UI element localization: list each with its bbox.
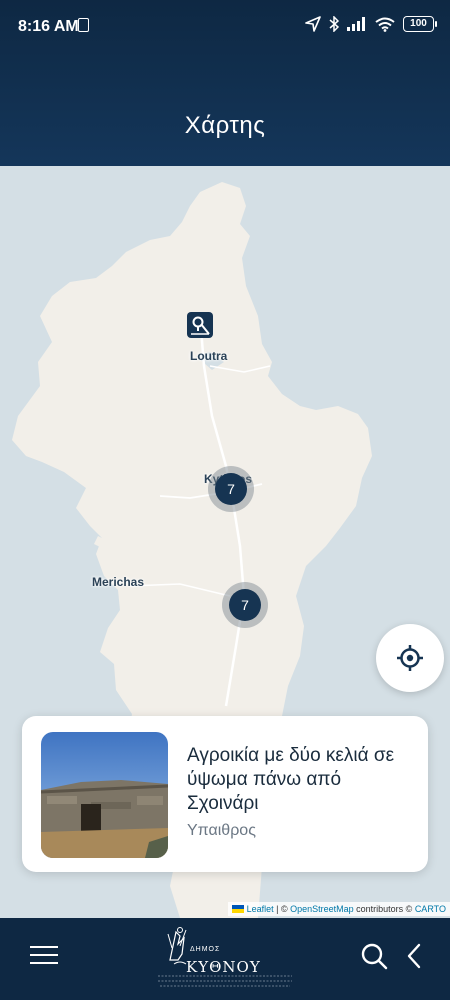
carto-link[interactable]: CARTO bbox=[415, 904, 446, 914]
marker-cluster[interactable]: 7 bbox=[208, 466, 254, 512]
wifi-icon bbox=[375, 17, 395, 32]
hamburger-line bbox=[30, 962, 58, 964]
battery-icon: 100 bbox=[403, 16, 437, 32]
map-attribution: Leaflet | © OpenStreetMap contributors ©… bbox=[227, 902, 450, 916]
place-photo bbox=[41, 732, 168, 858]
sim-icon bbox=[78, 18, 89, 32]
bluetooth-icon bbox=[329, 16, 339, 32]
poi-marker[interactable] bbox=[187, 312, 213, 338]
ukraine-flag-icon bbox=[231, 905, 244, 913]
cluster-count: 7 bbox=[215, 473, 247, 505]
crosshair-icon bbox=[397, 645, 423, 671]
logo-emblem-icon bbox=[158, 927, 292, 987]
status-bar: 8:16 AM 100 bbox=[0, 0, 450, 54]
app-header: 8:16 AM 100 Χάρτης bbox=[0, 0, 450, 166]
page-title: Χάρτης bbox=[184, 112, 266, 139]
map-label-merichas: Merichas bbox=[92, 575, 145, 589]
hamburger-line bbox=[30, 954, 58, 956]
place-title: Αγροικία με δύο κελιά σε ύψωμα πάνω από … bbox=[187, 745, 395, 814]
cluster-count: 7 bbox=[229, 589, 261, 621]
map-view[interactable]: Loutra Kythnos Merichas 7 7 bbox=[0, 166, 450, 918]
menu-button[interactable] bbox=[30, 946, 58, 966]
place-category: Υπαιθρος bbox=[187, 822, 256, 839]
leaflet-link[interactable]: Leaflet bbox=[247, 904, 274, 914]
map-pin-icon bbox=[191, 316, 210, 335]
osm-link[interactable]: OpenStreetMap bbox=[290, 904, 354, 914]
logo-name: ΚΥΘΝΟΥ bbox=[186, 958, 261, 976]
locate-me-button[interactable] bbox=[376, 624, 444, 692]
municipality-logo: ΔΗΜΟΣ ΚΥΘΝΟΥ bbox=[150, 924, 300, 990]
logo-prefix: ΔΗΜΟΣ bbox=[190, 946, 221, 953]
bottom-nav-bar: ΔΗΜΟΣ ΚΥΘΝΟΥ bbox=[0, 918, 450, 1000]
search-icon[interactable] bbox=[360, 942, 388, 970]
location-arrow-icon bbox=[305, 16, 321, 32]
attribution-separator: | © bbox=[273, 904, 291, 914]
hamburger-line bbox=[30, 946, 58, 948]
attribution-contributors: contributors © bbox=[353, 904, 415, 914]
place-card[interactable]: Αγροικία με δύο κελιά σε ύψωμα πάνω από … bbox=[22, 716, 428, 872]
back-chevron-icon[interactable] bbox=[404, 942, 424, 970]
marker-cluster[interactable]: 7 bbox=[222, 582, 268, 628]
map-label-loutra: Loutra bbox=[190, 349, 228, 363]
status-icons: 100 bbox=[305, 16, 437, 32]
status-time: 8:16 AM bbox=[18, 18, 79, 35]
signal-icon bbox=[347, 17, 365, 31]
